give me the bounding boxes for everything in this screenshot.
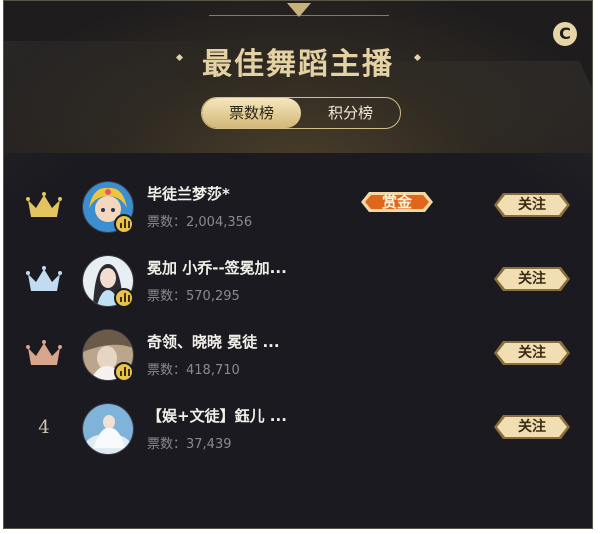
live-badge-icon bbox=[114, 288, 134, 308]
follow-label: 关注 bbox=[518, 345, 546, 361]
list-item[interactable]: 奇领、晓晓 冕徒 ... 票数：418,710 关注 bbox=[4, 325, 592, 387]
anchor-name[interactable]: 冕加 小乔--签冕加... bbox=[147, 257, 287, 278]
vote-count: 票数：418,710 bbox=[147, 363, 240, 378]
follow-button[interactable]: 关注 bbox=[494, 338, 570, 368]
follow-label: 关注 bbox=[518, 197, 546, 213]
follow-button[interactable]: 关注 bbox=[494, 264, 570, 294]
anchor-name[interactable]: 【娱+文徒】鈺儿 ... bbox=[147, 405, 287, 426]
follow-button[interactable]: 关注 bbox=[494, 190, 570, 220]
avatar[interactable] bbox=[82, 403, 134, 455]
live-badge-icon bbox=[114, 214, 134, 234]
follow-label: 关注 bbox=[518, 419, 546, 435]
follow-button[interactable]: 关注 bbox=[494, 412, 570, 442]
anchor-name[interactable]: 毕徒兰梦莎* bbox=[147, 183, 230, 204]
rank-number: 4 bbox=[38, 417, 50, 438]
dance-anchor-ranking-panel: 最佳舞蹈主播 C 票数榜 积分榜 毕徒兰梦莎* 票数：2,004,356 赏金 … bbox=[3, 0, 593, 529]
tab-votes[interactable]: 票数榜 bbox=[202, 98, 301, 128]
anchor-name[interactable]: 奇领、晓晓 冕徒 ... bbox=[147, 331, 280, 352]
ranking-tabs: 票数榜 积分榜 bbox=[201, 97, 401, 129]
vote-count: 票数：37,439 bbox=[147, 437, 232, 452]
gold-crown-icon bbox=[26, 192, 62, 217]
reward-label: 赏金 bbox=[381, 193, 412, 211]
list-item[interactable]: 冕加 小乔--签冕加... 票数：570,295 关注 bbox=[4, 251, 592, 313]
page-title: 最佳舞蹈主播 bbox=[202, 47, 394, 82]
silver-crown-icon bbox=[26, 266, 62, 291]
live-badge-icon bbox=[114, 362, 134, 382]
list-item[interactable]: 4 【娱+文徒】鈺儿 ... 票数：37,439 关注 bbox=[4, 399, 592, 461]
coin-icon[interactable]: C bbox=[553, 22, 577, 46]
top-triangle-decoration bbox=[287, 3, 311, 17]
list-item[interactable]: 毕徒兰梦莎* 票数：2,004,356 赏金 关注 bbox=[4, 177, 592, 239]
bronze-crown-icon bbox=[26, 340, 62, 365]
vote-count: 票数：570,295 bbox=[147, 289, 240, 304]
follow-label: 关注 bbox=[518, 271, 546, 287]
vote-count: 票数：2,004,356 bbox=[147, 215, 253, 230]
reward-button[interactable]: 赏金 bbox=[361, 188, 433, 216]
tab-points[interactable]: 积分榜 bbox=[301, 98, 400, 128]
